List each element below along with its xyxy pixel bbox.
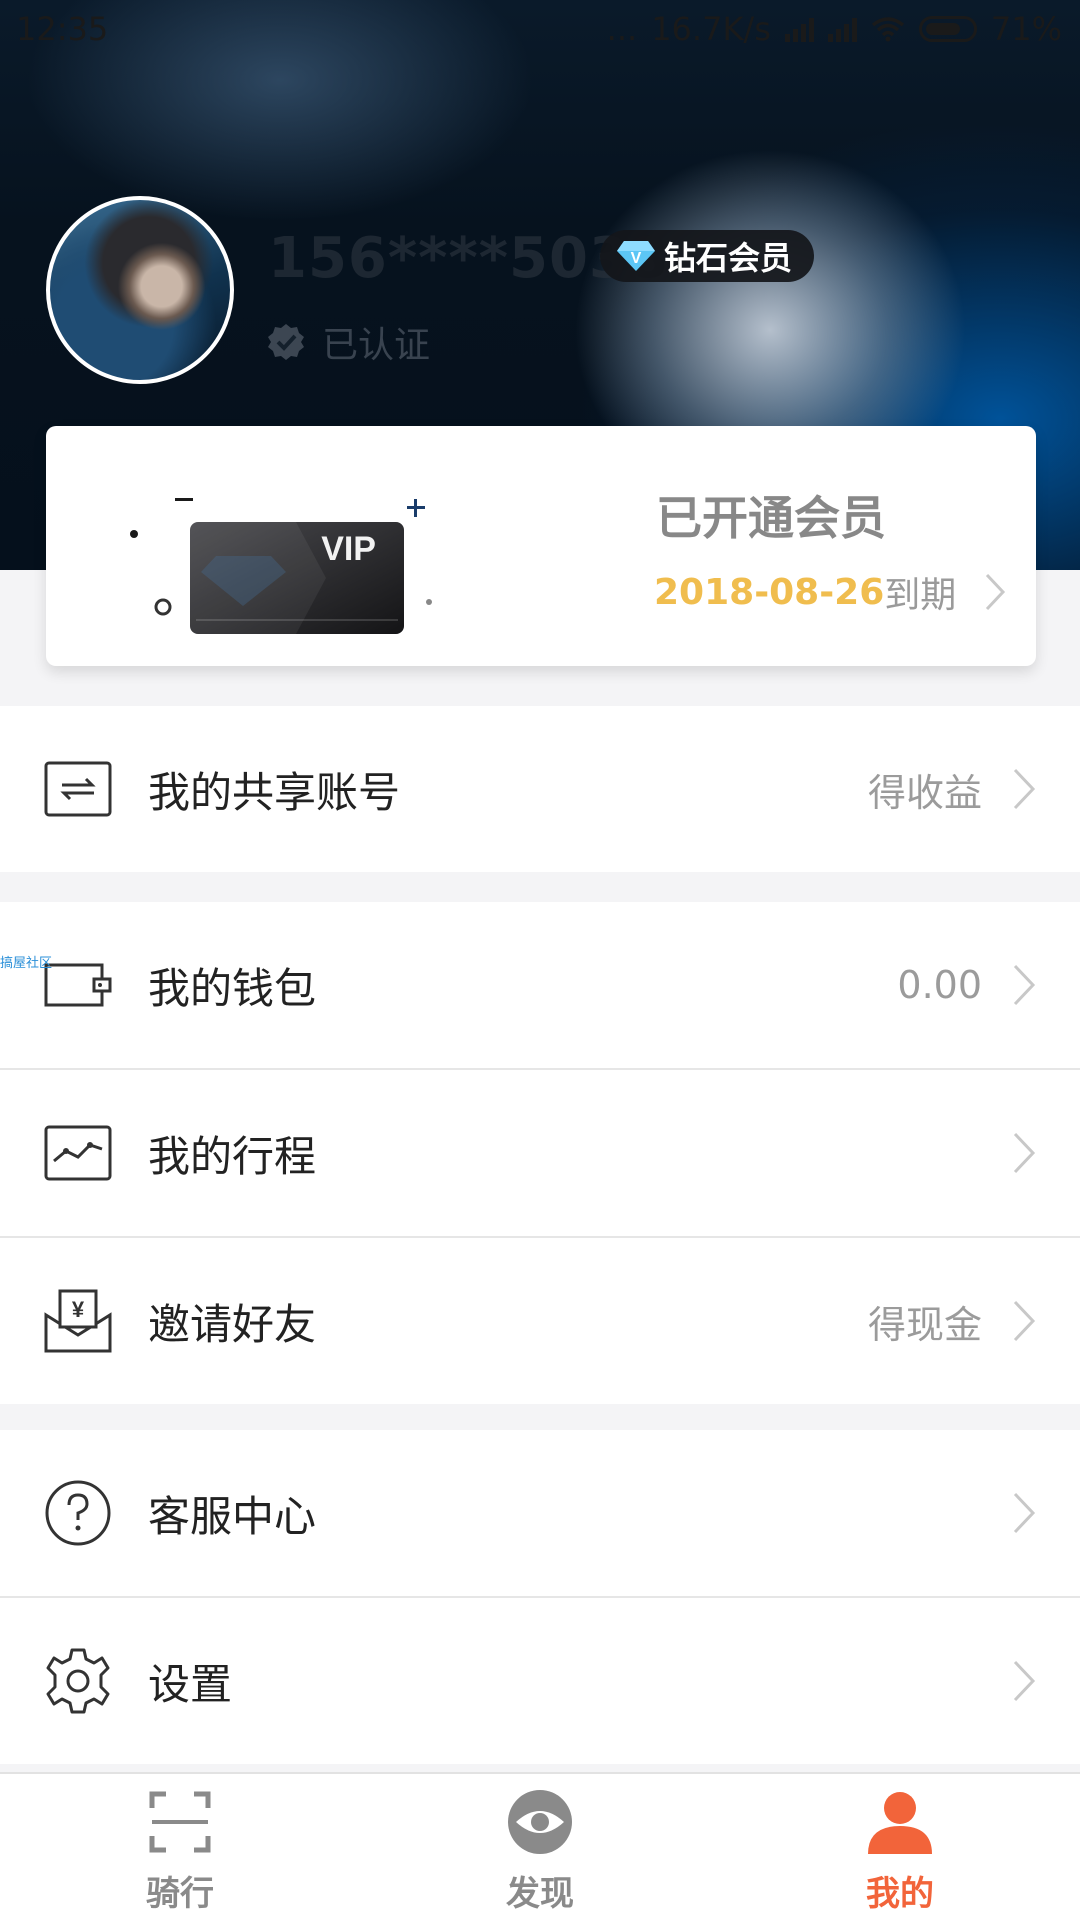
watermark: 搞屋社区 [0,956,53,971]
status-time: 12:35 [16,10,109,48]
help-circle-icon [45,1480,111,1546]
wallet-icon [44,963,112,1007]
menu-item-settings[interactable]: 设置 [0,1598,1080,1764]
tab-mine[interactable]: 我的 [720,1774,1080,1922]
menu-label: 我的钱包 [148,963,317,1013]
menu-label: 设置 [148,1659,233,1709]
vip-expiration: 2018-08-26 到期 [654,566,1006,618]
menu-label: 我的行程 [148,1131,317,1181]
scan-icon [149,1791,211,1853]
status-dots: ... [606,10,638,48]
diamond-icon: V [617,241,655,271]
vip-expire-date: 2018-08-26 [654,571,885,613]
svg-text:VIP: VIP [321,530,376,568]
network-speed: 16.7K/s [651,10,771,48]
verified-label: 已认证 [322,325,431,366]
menu-item-trips[interactable]: 我的行程 [0,1070,1080,1238]
svg-text:V: V [631,250,642,267]
chevron-right-icon [1013,1132,1036,1174]
trip-chart-icon [44,1125,112,1181]
chevron-right-icon [1013,964,1036,1006]
signal-icon [784,16,814,42]
vip-status-title: 已开通会员 [656,491,886,545]
menu-label: 客服中心 [148,1491,317,1541]
wallet-balance: 0.00 [897,963,982,1007]
tab-label: 我的 [866,1874,934,1914]
invite-envelope-icon: ¥ [44,1289,112,1353]
vip-card-graphic: VIP [130,498,432,634]
vip-membership-card[interactable]: VIP 已开通会员 2018-08-26 到期 [46,426,1036,666]
person-icon [868,1792,932,1854]
chevron-right-icon [1013,768,1036,810]
signal-icon-2 [827,16,857,42]
menu-value: 得现金 [867,1302,982,1347]
menu-label: 我的共享账号 [148,767,401,817]
avatar[interactable] [46,196,234,384]
vip-expire-suffix: 到期 [884,575,957,616]
menu-item-invite[interactable]: ¥ 邀请好友 得现金 [0,1238,1080,1404]
menu-group-support: 客服中心 设置 [0,1430,1080,1764]
menu-label: 邀请好友 [148,1299,317,1349]
chevron-right-icon [1013,1300,1036,1342]
gear-icon [46,1648,110,1714]
status-right: ... 16.7K/s 71% [607,10,1062,48]
chevron-right-icon [1013,1660,1036,1702]
chevron-right-icon [986,573,1006,611]
bottom-tab-bar: 骑行 发现 我的 [0,1772,1080,1922]
menu-item-wallet[interactable]: 我的钱包 0.00 [0,902,1080,1070]
tab-label: 骑行 [146,1874,214,1914]
battery-percent: 71% [990,10,1062,48]
menu-group-wallet: 我的钱包 0.00 我的行程 ¥ 邀请好友 得现金 [0,902,1080,1404]
menu-item-support[interactable]: 客服中心 [0,1430,1080,1598]
eye-icon [508,1790,572,1854]
battery-icon [918,16,977,42]
menu-item-shared-account[interactable]: 我的共享账号 得收益 [0,706,1080,872]
verified-status: 已认证 [266,316,430,368]
tab-ride[interactable]: 骑行 [0,1774,360,1922]
shared-account-icon [44,761,112,817]
menu-value: 得收益 [867,770,982,815]
wifi-icon [871,17,904,42]
member-badge[interactable]: V 钻石会员 [600,230,815,282]
tab-label: 发现 [506,1874,574,1914]
member-badge-label: 钻石会员 [664,239,793,277]
status-bar: 12:35 ... 16.7K/s 71% [0,0,1080,60]
menu-group-account: 我的共享账号 得收益 [0,706,1080,872]
verified-check-icon [268,324,304,360]
tab-discover[interactable]: 发现 [360,1774,720,1922]
svg-text:¥: ¥ [72,1297,85,1322]
chevron-right-icon [1013,1492,1036,1534]
